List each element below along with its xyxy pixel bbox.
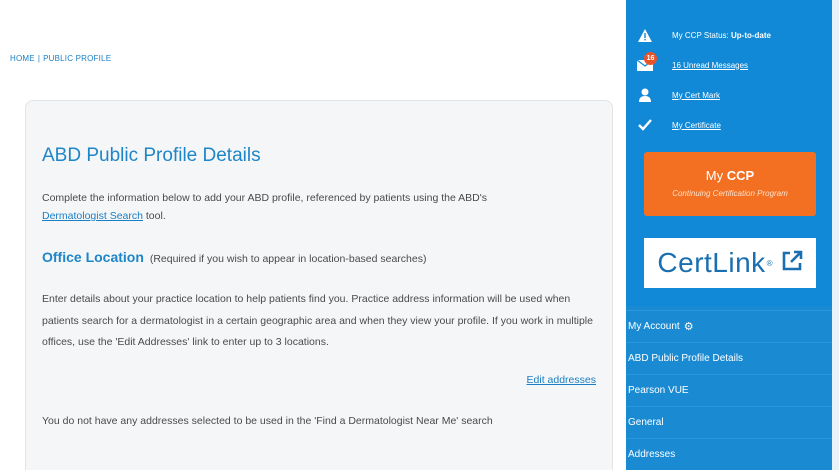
ccp-button-my: My [705,168,727,183]
sidebar-item-label: ABD Public Profile Details [628,353,744,364]
certlink-trademark: ® [766,258,773,268]
page-title: ABD Public Profile Details [42,145,261,166]
office-location-heading: Office Location (Required if you wish to… [42,249,602,265]
office-details-text: Enter details about your practice locati… [42,293,593,348]
sidebar-item-pearson-vue[interactable]: Pearson VUE [626,374,832,406]
sidebar-item-abd-public-profile[interactable]: ABD Public Profile Details [626,342,832,374]
sidebar: My CCP Status: Up-to-date 16 16 Unread M… [626,0,832,470]
sidebar-item-general[interactable]: General [626,406,832,438]
dermatologist-search-link[interactable]: Dermatologist Search [42,210,143,222]
office-location-title: Office Location [42,249,144,265]
right-edge-strip [832,0,839,470]
my-ccp-button[interactable]: My CCP Continuing Certification Program [644,152,816,216]
breadcrumb-separator: | [37,54,41,63]
ccp-status-value: Up-to-date [730,30,771,40]
intro-text-suffix: tool. [142,210,166,222]
sidebar-item-addresses[interactable]: Addresses [626,438,832,470]
unread-messages-link[interactable]: 16 Unread Messages [672,61,748,70]
certificate-link[interactable]: My Certificate [672,121,721,130]
cert-mark-link[interactable]: My Cert Mark [672,91,720,100]
warning-icon [636,28,654,42]
certlink-button[interactable]: CertLink ® [644,238,816,288]
ccp-status-text: My CCP Status: Up-to-date [672,31,771,40]
certlink-logo-text: CertLink [657,247,766,278]
sidebar-nav: My Account ⚙ ABD Public Profile Details … [626,310,832,470]
external-link-icon [781,250,803,277]
certificate-row[interactable]: My Certificate [636,117,721,133]
unread-messages-row[interactable]: 16 16 Unread Messages [636,52,748,73]
sidebar-item-label: Pearson VUE [628,385,689,396]
intro-text-body: Complete the information below to add yo… [42,192,488,204]
sidebar-item-label: General [628,417,664,428]
office-location-note: (Required if you wish to appear in locat… [149,253,427,265]
ccp-button-title: My CCP [644,168,816,183]
gear-icon: ⚙ [683,321,694,333]
intro-text: Complete the information below to add yo… [42,189,602,225]
cert-mark-row[interactable]: My Cert Mark [636,87,720,103]
edit-addresses-link[interactable]: Edit addresses [527,374,596,386]
ccp-status-row: My CCP Status: Up-to-date [636,27,771,43]
ccp-button-ccp: CCP [726,168,755,183]
checkmark-icon [636,118,654,132]
ccp-status-label: My CCP Status: [672,30,731,40]
no-addresses-message: You do not have any addresses selected t… [42,415,493,427]
profile-card: ABD Public Profile Details Complete the … [25,100,613,470]
breadcrumb-current-link[interactable]: PUBLIC PROFILE [43,54,111,63]
sidebar-item-my-account[interactable]: My Account ⚙ [626,310,832,342]
user-icon [636,88,654,102]
sidebar-item-label: My Account [628,321,680,332]
breadcrumb-home-link[interactable]: HOME [10,54,35,63]
mail-icon: 16 [636,52,657,72]
ccp-button-subtitle: Continuing Certification Program [672,189,788,198]
breadcrumb: HOME | PUBLIC PROFILE [10,54,111,63]
sidebar-item-label: Addresses [628,449,676,460]
unread-count-badge: 16 [644,52,657,65]
